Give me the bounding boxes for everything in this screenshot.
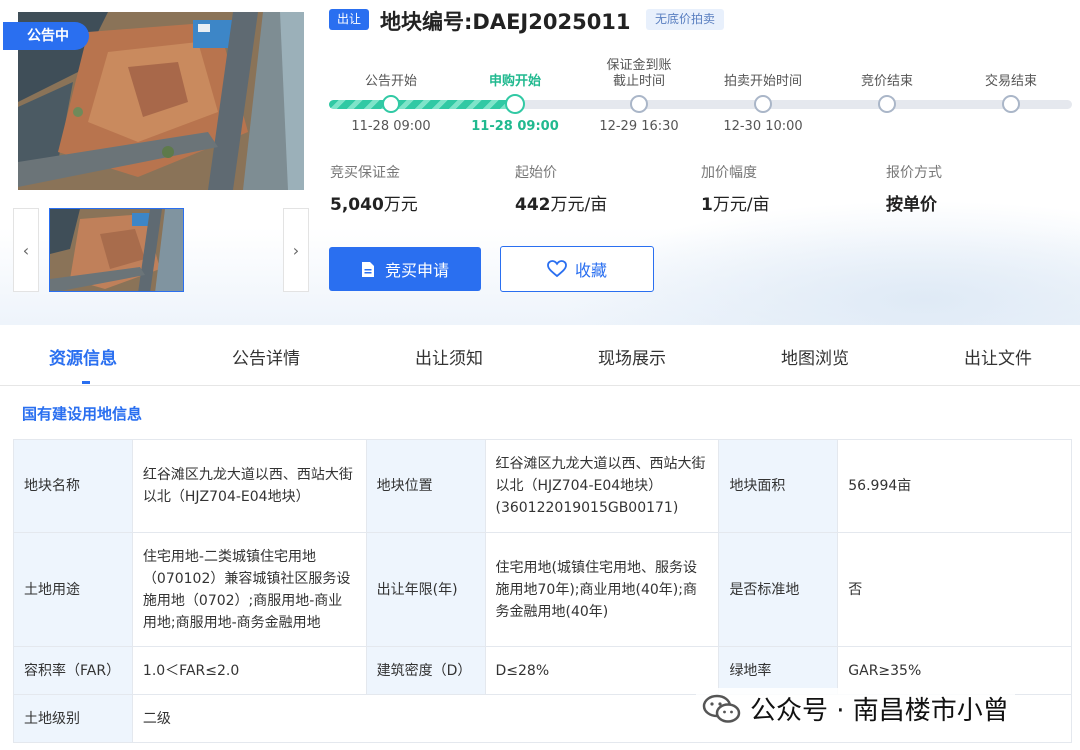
building-density-value: D≤28%: [484, 646, 720, 695]
page-title: 地块编号:DAEJ2025011: [380, 10, 631, 34]
transfer-term-key: 出让年限(年): [365, 532, 486, 647]
deposit-value: 5,040万元: [330, 195, 418, 215]
parcel-location-key: 地块位置: [365, 439, 486, 533]
timeline-label-trade-end: 交易结束: [984, 74, 1037, 89]
timeline-progress-fill: [329, 100, 514, 109]
transfer-term-value: 住宅用地(城镇住宅用地、服务设施用地70年);商业用地(40年);商务金融用地(…: [484, 532, 720, 647]
tab-resource-info[interactable]: 资源信息: [49, 344, 117, 369]
tab-announcement-details[interactable]: 公告详情: [232, 344, 300, 369]
start-price-value: 442万元/亩: [515, 195, 608, 215]
parcel-area-key: 地块面积: [718, 439, 839, 533]
building-density-key: 建筑密度（D）: [365, 646, 486, 695]
table-row: 土地用途 住宅用地-二类城镇住宅用地（070102）兼容城镇社区服务设施用地（0…: [13, 532, 1072, 647]
quote-method-value: 按单价: [886, 195, 937, 215]
standard-land-value: 否: [837, 532, 1072, 647]
standard-land-key: 是否标准地: [718, 532, 839, 647]
land-use-key: 土地用途: [13, 532, 133, 647]
timeline-time-auction-start: 12-30 10:00: [723, 119, 803, 134]
start-price-label: 起始价: [515, 165, 557, 181]
watermark: 公众号 · 南昌楼市小曾: [696, 688, 1015, 729]
active-tab-indicator: [82, 381, 90, 384]
far-key: 容积率（FAR）: [13, 646, 133, 695]
timeline-node-deposit-deadline: [630, 95, 648, 113]
thumbnail-prev-button[interactable]: ‹: [13, 208, 39, 292]
land-grade-key: 土地级别: [13, 694, 133, 743]
auction-type-tag: 无底价拍卖: [646, 9, 725, 30]
increment-label: 加价幅度: [701, 165, 757, 181]
quote-method-label: 报价方式: [886, 165, 942, 181]
apply-bid-label: 竞买申请: [384, 261, 449, 280]
timeline-node-announce-start: [382, 95, 400, 113]
chevron-right-icon: ›: [292, 240, 300, 260]
tab-transfer-notice[interactable]: 出让须知: [415, 344, 483, 369]
wechat-icon: [702, 694, 741, 723]
deposit-label: 竞买保证金: [330, 165, 400, 181]
timeline-label-bidding-end: 竞价结束: [860, 74, 913, 89]
land-use-value: 住宅用地-二类城镇住宅用地（070102）兼容城镇社区服务设施用地（0702）;…: [131, 532, 367, 647]
timeline-label-deposit-deadline-line2: 截止时间: [612, 74, 665, 89]
timeline-time-subscribe-start: 11-28 09:00: [471, 119, 559, 134]
table-row: 地块名称 红谷滩区九龙大道以西、西站大街以北（HJZ704-E04地块） 地块位…: [13, 439, 1072, 533]
section-title: 国有建设用地信息: [22, 405, 143, 423]
tab-transfer-documents[interactable]: 出让文件: [964, 344, 1032, 369]
timeline-label-deposit-deadline-line1: 保证金到账: [606, 58, 672, 73]
tab-map-browse[interactable]: 地图浏览: [781, 344, 849, 369]
thumbnail-next-button[interactable]: ›: [283, 208, 309, 292]
parcel-name-key: 地块名称: [13, 439, 133, 533]
tab-site-display[interactable]: 现场展示: [598, 344, 666, 369]
timeline-label-announce-start: 公告开始: [364, 74, 417, 89]
heart-icon: [547, 260, 567, 278]
timeline-progress-bar: [329, 100, 1072, 109]
transfer-type-tag: 出让: [329, 9, 369, 30]
parcel-area-value: 56.994亩: [837, 439, 1072, 533]
apply-bid-button[interactable]: 竞买申请: [329, 247, 481, 291]
tab-bar: 资源信息 公告详情 出让须知 现场展示 地图浏览 出让文件: [0, 326, 1080, 386]
timeline-node-subscribe-start: [505, 94, 525, 114]
timeline-node-auction-start: [754, 95, 772, 113]
timeline-node-bidding-end: [878, 95, 896, 113]
thumbnail-image[interactable]: [49, 208, 184, 292]
far-value: 1.0＜FAR≤2.0: [131, 646, 367, 695]
parcel-name-value: 红谷滩区九龙大道以西、西站大街以北（HJZ704-E04地块）: [131, 439, 367, 533]
timeline-label-subscribe-start: 申购开始: [488, 74, 541, 89]
timeline-node-trade-end: [1002, 95, 1020, 113]
increment-value: 1万元/亩: [701, 195, 770, 215]
chevron-left-icon: ‹: [22, 240, 30, 260]
timeline-time-announce-start: 11-28 09:00: [351, 119, 431, 134]
parcel-location-value: 红谷滩区九龙大道以西、西站大街以北（HJZ704-E04地块）(36012201…: [484, 439, 720, 533]
timeline-label-auction-start: 拍卖开始时间: [723, 74, 802, 89]
favorite-label: 收藏: [574, 261, 607, 280]
status-badge: 公告中: [3, 22, 89, 50]
timeline-time-deposit-deadline: 12-29 16:30: [599, 119, 679, 134]
watermark-text: 公众号 · 南昌楼市小曾: [750, 696, 1009, 726]
favorite-button[interactable]: 收藏: [500, 246, 654, 292]
document-icon: [361, 261, 374, 277]
